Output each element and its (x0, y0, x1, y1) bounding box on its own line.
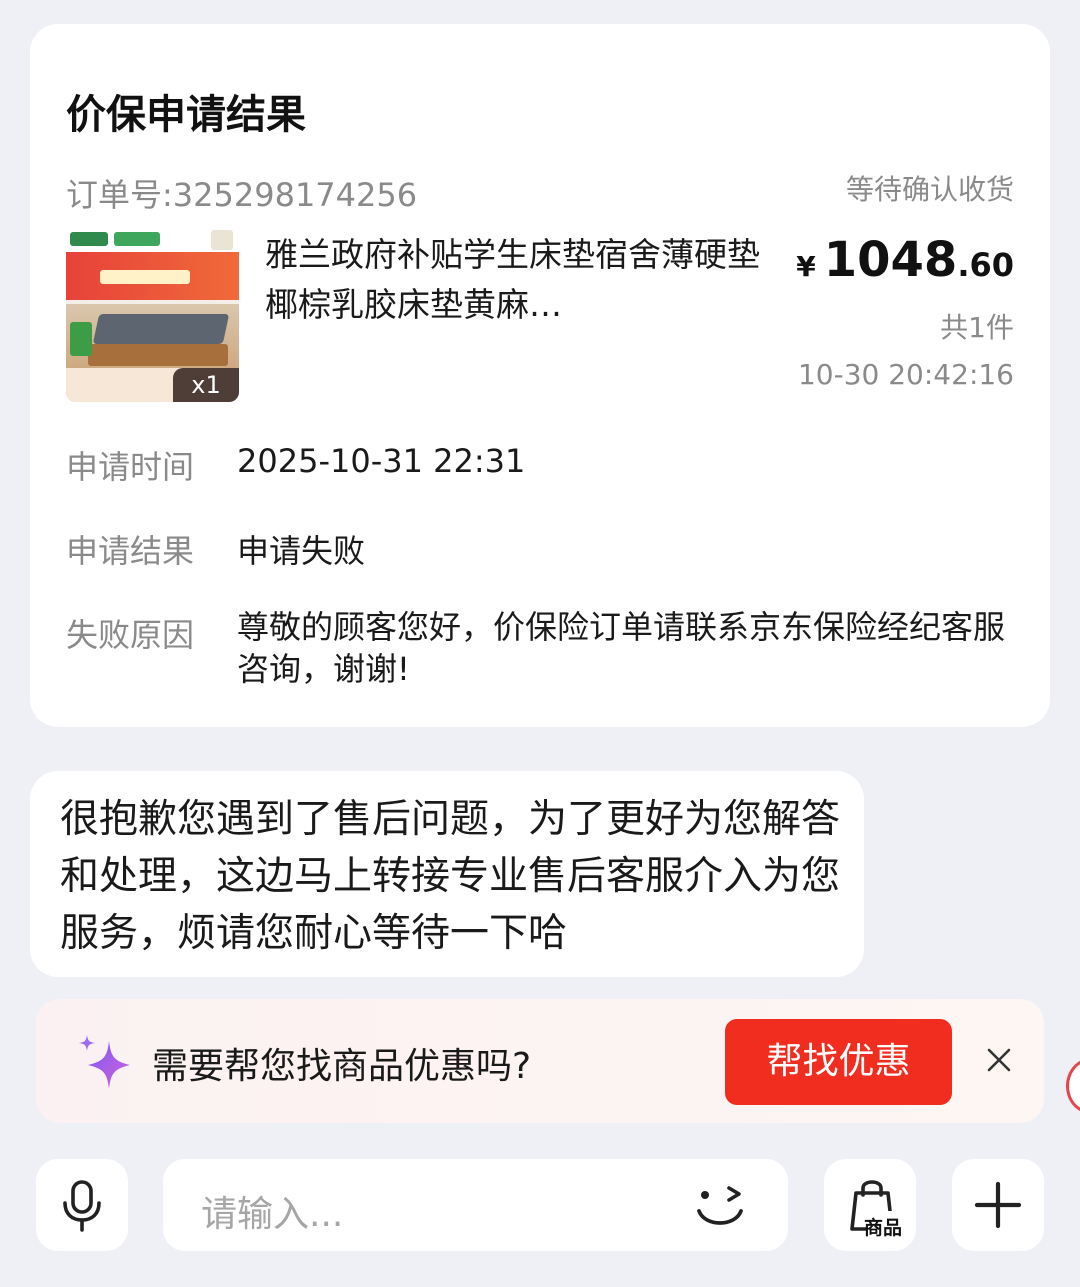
promo-text: 需要帮您找商品优惠吗? (152, 1046, 532, 1087)
sparkle-icon (76, 1033, 134, 1091)
order-number: 订单号:325298174256 (66, 176, 418, 214)
item-count: 共1件 (940, 311, 1014, 344)
apply-time-label: 申请时间 (66, 448, 195, 486)
card-title: 价保申请结果 (66, 92, 306, 138)
goods-label: 商品 (864, 1217, 903, 1239)
apply-time-value: 2025-10-31 22:31 (237, 442, 526, 480)
promo-banner: 需要帮您找商品优惠吗? 帮找优惠 (36, 999, 1044, 1123)
apply-result-label: 申请结果 (66, 532, 195, 570)
message-input-placeholder: 请输入... (201, 1194, 344, 1235)
apply-result-value: 申请失败 (237, 532, 366, 570)
plus-icon (974, 1181, 1022, 1229)
price-symbol: ¥ (796, 250, 816, 283)
fail-reason-label: 失败原因 (66, 616, 195, 654)
service-message-text: 很抱歉您遇到了售后问题，为了更好为您解答和处理，这边马上转接专业售后客服介入为您… (60, 797, 841, 956)
service-message-bubble: 很抱歉您遇到了售后问题，为了更好为您解答和处理，这边马上转接专业售后客服介入为您… (30, 771, 864, 977)
fail-reason-value: 尊敬的顾客您好，价保险订单请联系京东保险经纪客服咨询，谢谢! (237, 608, 1006, 688)
more-actions-button[interactable] (952, 1159, 1044, 1251)
order-time: 10-30 20:42:16 (797, 358, 1014, 391)
close-icon[interactable] (982, 1043, 1016, 1077)
voice-input-button[interactable] (36, 1159, 128, 1251)
product-name[interactable]: 雅兰政府补贴学生床垫宿舍薄硬垫椰棕乳胶床垫黄麻… (265, 230, 765, 330)
price-decimal: .60 (957, 246, 1014, 284)
quantity-badge: x1 (173, 368, 239, 402)
emoji-icon[interactable] (691, 1177, 751, 1237)
order-status: 等待确认收货 (845, 173, 1014, 206)
find-discount-button[interactable]: 帮找优惠 (725, 1019, 952, 1105)
price-protection-result-card: 价保申请结果 订单号:325298174256 等待确认收货 x1 雅兰政府补贴… (30, 24, 1050, 727)
price-integer: 1048 (823, 232, 958, 288)
product-price: ¥1048.60 (796, 232, 1014, 288)
floating-side-button[interactable] (1066, 1058, 1080, 1114)
message-input[interactable]: 请输入... (163, 1159, 788, 1251)
product-thumbnail[interactable]: x1 (66, 226, 239, 402)
goods-button[interactable]: 商品 (824, 1159, 916, 1251)
microphone-icon (60, 1179, 104, 1233)
